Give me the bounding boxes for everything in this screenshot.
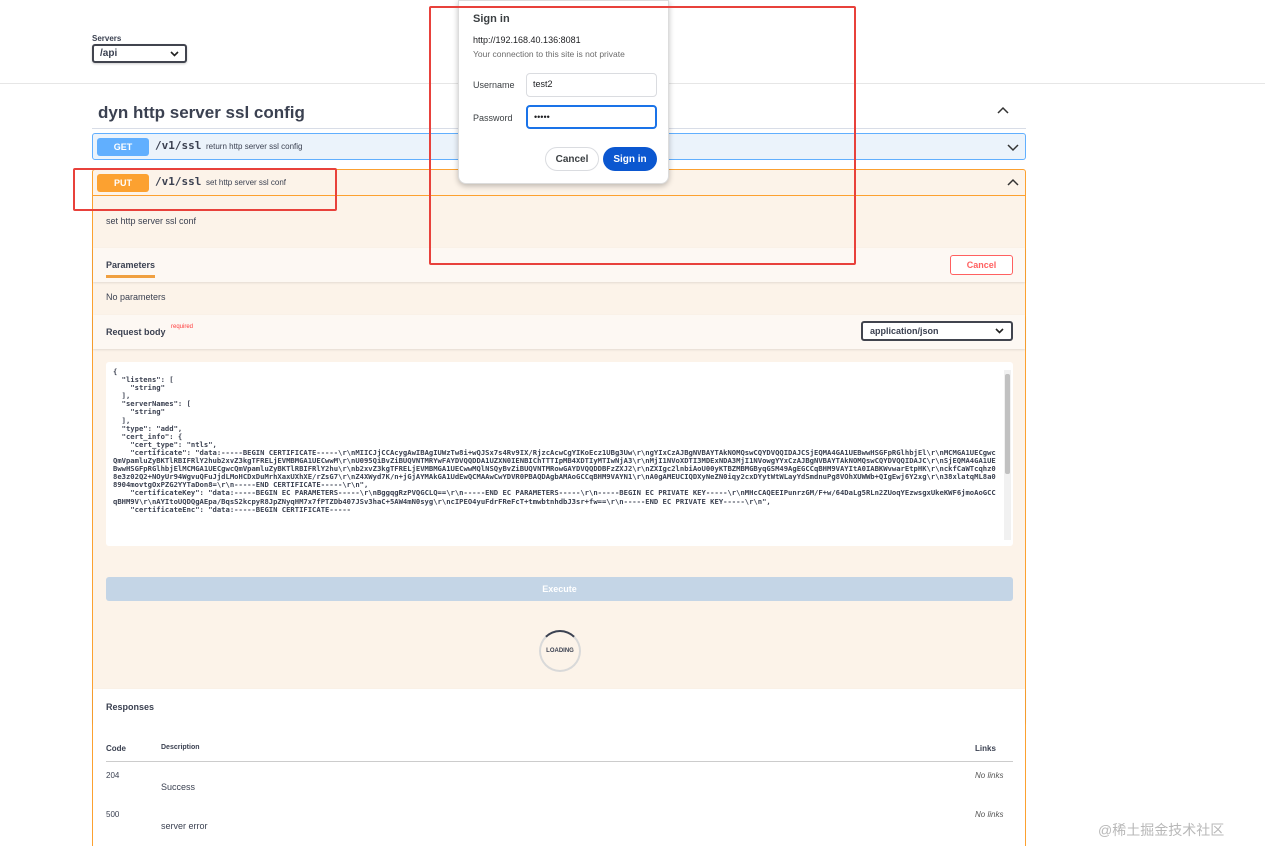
tab-parameters[interactable]: Parameters: [106, 260, 156, 278]
sign-in-dialog: Sign in http://192.168.40.136:8081 Your …: [458, 0, 669, 184]
dialog-url: http://192.168.40.136:8081: [473, 35, 581, 45]
get-op-path: /v1/ssl: [155, 139, 202, 152]
table-header-divider: [106, 761, 1013, 762]
chevron-up-icon[interactable]: [1006, 176, 1020, 190]
col-header-description: Description: [161, 744, 200, 751]
dialog-warning: Your connection to this site is not priv…: [473, 49, 625, 59]
request-body-editor[interactable]: { "listens": [ "string" ], "serverNames"…: [106, 362, 1013, 546]
response-description: Success: [161, 782, 196, 792]
get-method-badge: GET: [97, 138, 149, 156]
scrollbar-thumb[interactable]: [1005, 374, 1010, 474]
section-title[interactable]: dyn http server ssl config: [98, 103, 305, 123]
chevron-up-icon[interactable]: [996, 104, 1010, 118]
response-code: 204: [106, 771, 120, 780]
parameters-header: Parameters Cancel: [93, 248, 1025, 282]
response-links: No links: [975, 810, 1004, 819]
servers-label: Servers: [92, 34, 122, 43]
put-op-path: /v1/ssl: [155, 175, 202, 188]
put-operation: PUT /v1/ssl set http server ssl conf set…: [92, 169, 1026, 846]
servers-selected-value: /api: [100, 48, 118, 59]
sign-in-button[interactable]: Sign in: [603, 147, 657, 171]
responses-header: Responses: [93, 689, 1025, 723]
servers-select[interactable]: /api: [92, 44, 187, 63]
put-op-description: set http server ssl conf: [106, 216, 197, 226]
responses-label: Responses: [106, 702, 155, 712]
request-body-text[interactable]: { "listens": [ "string" ], "serverNames"…: [113, 367, 998, 514]
response-description: server error: [161, 821, 208, 831]
response-code: 500: [106, 810, 120, 819]
password-label: Password: [473, 113, 513, 123]
content-type-select[interactable]: application/json: [861, 321, 1013, 341]
editor-scrollbar[interactable]: [1004, 370, 1011, 540]
try-out-cancel-button[interactable]: Cancel: [950, 255, 1013, 275]
put-op-summary: set http server ssl conf: [206, 178, 287, 187]
username-label: Username: [473, 80, 515, 90]
required-marker: required: [171, 324, 194, 330]
chevron-down-icon: [995, 328, 1004, 334]
col-header-code: Code: [106, 744, 126, 753]
responses-table: Code Description Links 204 Success No li…: [93, 723, 1025, 846]
watermark: @稀土掘金技术社区: [1098, 822, 1225, 838]
put-method-badge: PUT: [97, 174, 149, 192]
chevron-down-icon: [170, 50, 179, 57]
username-field[interactable]: test2: [526, 73, 657, 97]
no-parameters-text: No parameters: [106, 292, 166, 302]
password-field[interactable]: •••••: [526, 105, 657, 129]
swagger-page: Servers /api dyn http server ssl config …: [0, 0, 1265, 846]
dialog-title: Sign in: [473, 13, 510, 25]
content-type-value: application/json: [870, 326, 939, 336]
request-body-label: Request body: [106, 327, 166, 337]
col-header-links: Links: [975, 744, 996, 753]
loading-spinner: LOADING: [539, 630, 581, 672]
execute-button[interactable]: Execute: [106, 577, 1013, 601]
dialog-cancel-button[interactable]: Cancel: [545, 147, 599, 171]
chevron-down-icon[interactable]: [1006, 140, 1020, 154]
request-body-header: Request body required application/json: [93, 315, 1025, 349]
get-op-summary: return http server ssl config: [206, 142, 303, 151]
response-links: No links: [975, 771, 1004, 780]
